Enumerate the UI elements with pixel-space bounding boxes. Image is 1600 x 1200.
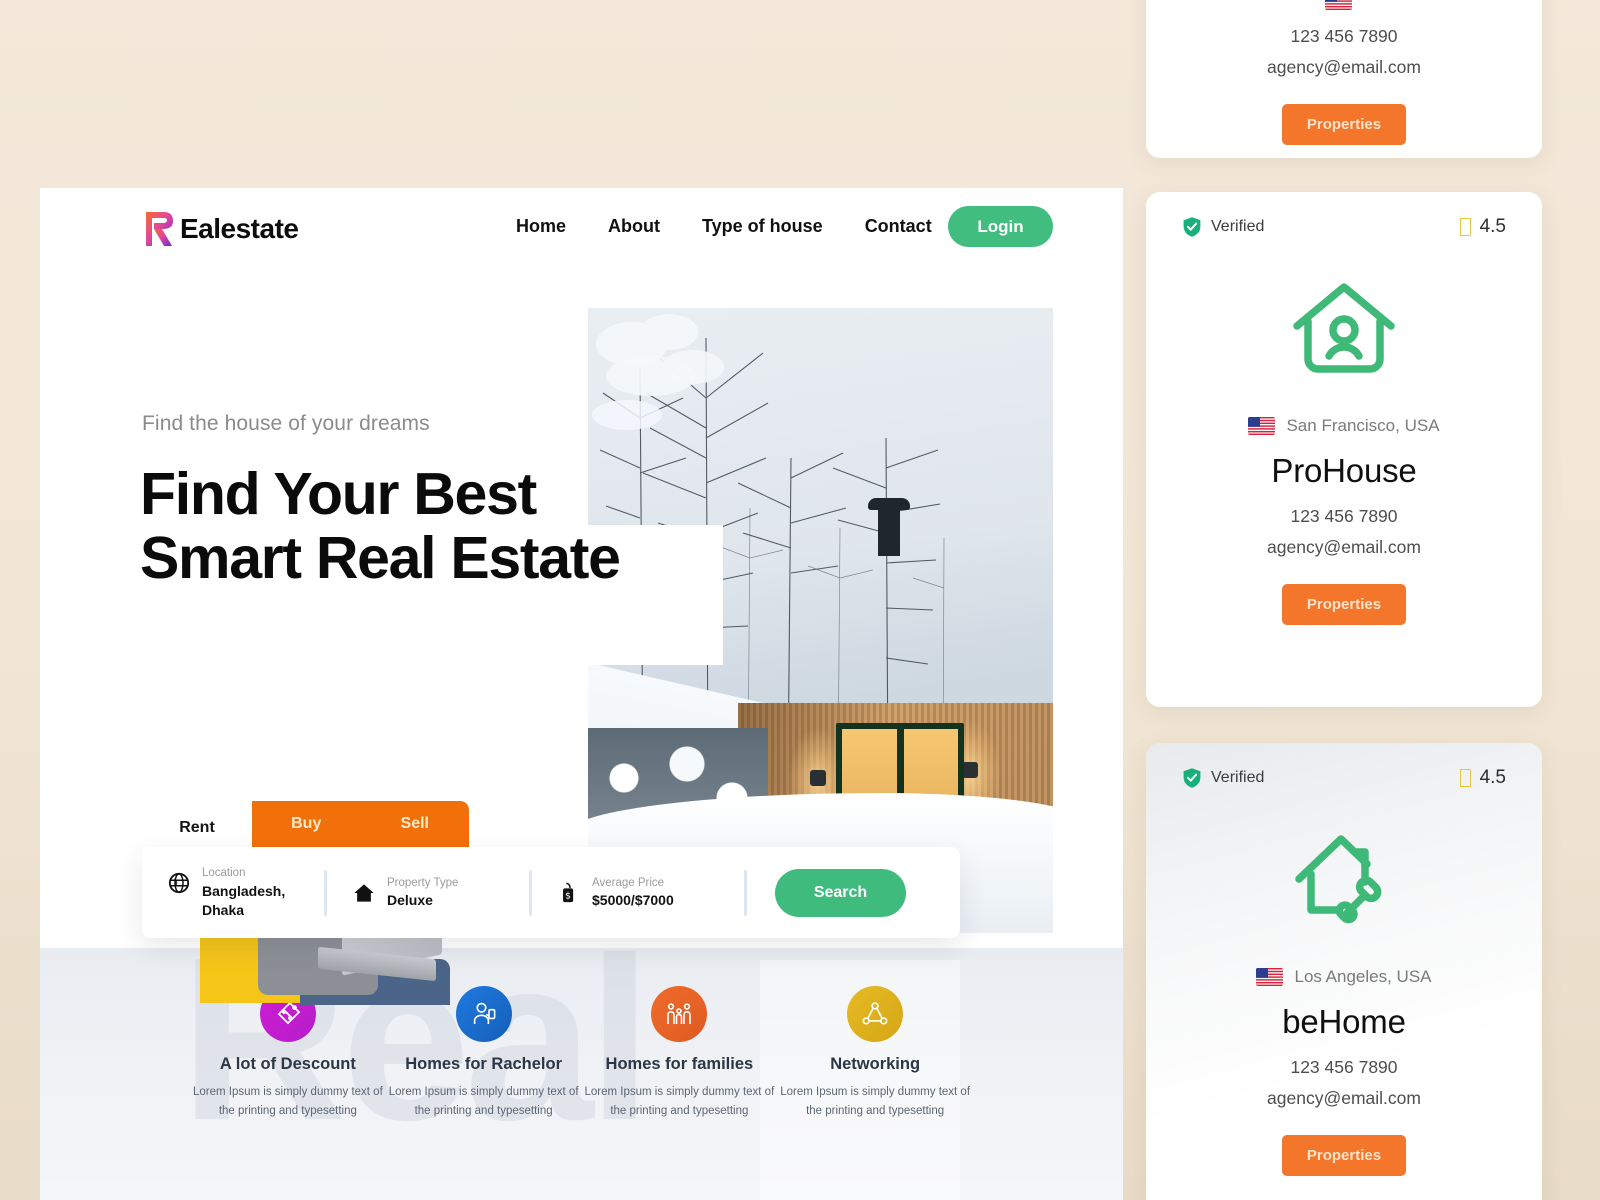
properties-button[interactable]: Properties (1282, 104, 1406, 145)
wall-lamp (810, 770, 826, 786)
hero-title-line-2: Smart Real Estate (140, 524, 621, 591)
tab-sell[interactable]: Sell (361, 801, 470, 847)
rating: 4.5 (1459, 216, 1506, 238)
chimney (878, 508, 900, 556)
agency-email: agency@email.com (1267, 537, 1421, 557)
bachelor-person-icon (455, 986, 512, 1042)
search-field-average-price-label: Average Price (592, 876, 665, 889)
brand-name: Ealestate (180, 213, 299, 244)
agency-email: agency@email.com (1267, 1088, 1421, 1108)
card-location: San Francisco, USA (1146, 416, 1542, 436)
agency-card-behome: Verified 4.5 Los Angeles, USA beHome 123… (1146, 743, 1542, 1200)
globe-icon (168, 873, 190, 894)
rating-value: 4.5 (1479, 216, 1506, 237)
hero-title-line-1: Find Your Best (140, 461, 537, 527)
nav-item-contact[interactable]: Contact (844, 216, 953, 237)
search-tabs: Buy Sell Rent (142, 801, 960, 847)
search-widget: Buy Sell Rent Location Bangladesh, Dhaka (142, 801, 960, 938)
page-root: Ealestate Home About Type of house Conta… (0, 0, 1600, 1200)
search-field-property-type[interactable]: Property Type Deluxe (349, 875, 529, 911)
rating: 4.5 (1459, 767, 1506, 789)
snow-clump (640, 314, 698, 350)
verified-badge: Verified (1182, 767, 1264, 789)
feature-title: Homes for families (605, 1055, 754, 1073)
card-location-text: Los Angeles, USA (1294, 967, 1432, 986)
snow-clump (592, 400, 662, 430)
tab-buy[interactable]: Buy (252, 801, 361, 847)
properties-button[interactable]: Properties (1282, 1135, 1406, 1176)
field-divider (529, 869, 532, 916)
agency-email: agency@email.com (1267, 57, 1421, 77)
house-key-icon (1295, 835, 1382, 924)
verified-badge: Verified (1182, 216, 1264, 238)
feature-title: A lot of Descount (219, 1055, 356, 1073)
nav-item-type-of-house[interactable]: Type of house (681, 216, 844, 237)
search-bar: Location Bangladesh, Dhaka Property Type… (142, 847, 960, 938)
r-logo-icon (146, 212, 173, 246)
feature-title: Homes for Rachelor (405, 1055, 563, 1073)
agency-phone: 123 456 7890 (1290, 1057, 1398, 1077)
feature-card-bachelor[interactable]: Homes for Rachelor Lorem Ipsum is simply… (386, 986, 582, 1200)
search-field-location[interactable]: Location Bangladesh, Dhaka (164, 865, 324, 919)
shield-check-icon (1183, 217, 1201, 237)
site-header: Ealestate Home About Type of house Conta… (40, 188, 1123, 298)
tab-rent[interactable]: Rent (142, 808, 252, 847)
field-divider (324, 869, 327, 916)
usa-flag-icon (1256, 968, 1284, 986)
search-button[interactable]: Search (775, 868, 906, 917)
usa-flag-icon (1248, 417, 1276, 435)
feature-title: Networking (830, 1055, 921, 1073)
family-group-icon (651, 986, 708, 1042)
star-icon (1459, 218, 1471, 236)
field-divider (744, 869, 747, 916)
search-field-location-value: Bangladesh, Dhaka (202, 882, 286, 918)
feature-card-discount[interactable]: A lot of Descount Lorem Ipsum is simply … (190, 986, 386, 1200)
house-icon (354, 884, 374, 902)
card-header: Verified 4.5 (1146, 743, 1542, 789)
feature-desc: Lorem Ipsum is simply dummy text of the … (780, 1086, 971, 1117)
search-field-average-price-value: $5000/$7000 (592, 892, 674, 909)
nav-item-home[interactable]: Home (495, 216, 587, 237)
search-field-property-type-label: Property Type (387, 876, 459, 889)
main-nav: Home About Type of house Contact (495, 216, 953, 237)
search-field-property-type-value: Deluxe (387, 892, 433, 909)
feature-desc: Lorem Ipsum is simply dummy text of the … (584, 1086, 775, 1117)
nav-item-about[interactable]: About (587, 216, 681, 237)
rating-value: 4.5 (1479, 767, 1506, 788)
shield-check-icon (1183, 768, 1201, 788)
page-title: Find Your Best Smart Real Estate (140, 461, 621, 591)
main-panel: Ealestate Home About Type of house Conta… (40, 188, 1123, 1200)
agency-card-partial: Verified 4.5 123 456 7890 (1146, 0, 1542, 158)
feature-card-networking[interactable]: Networking Lorem Ipsum is simply dummy t… (777, 986, 973, 1200)
search-field-location-label: Location (202, 867, 246, 880)
feature-desc: Lorem Ipsum is simply dummy text of the … (192, 1086, 383, 1117)
agency-name: beHome (1282, 1003, 1406, 1040)
card-location (1146, 0, 1542, 10)
agency-card-prohouse: Verified 4.5 San Francisco, USA ProHouse… (1146, 192, 1542, 707)
verified-label: Verified (1211, 218, 1265, 235)
snow-clump (662, 350, 724, 384)
search-tabs-buy-sell: Buy Sell (252, 801, 469, 847)
house-person-icon (1293, 283, 1395, 373)
agency-phone: 123 456 7890 (1290, 506, 1398, 526)
search-field-average-price[interactable]: $ Average Price $5000/$7000 (554, 875, 744, 911)
login-button[interactable]: Login (948, 206, 1053, 247)
agency-phone: 123 456 7890 (1290, 26, 1398, 46)
feature-card-families[interactable]: Homes for families Lorem Ipsum is simply… (582, 986, 778, 1200)
network-nodes-icon (847, 986, 904, 1042)
usa-flag-icon (1325, 0, 1352, 10)
properties-button[interactable]: Properties (1282, 584, 1406, 625)
feature-desc: Lorem Ipsum is simply dummy text of the … (388, 1086, 579, 1117)
verified-label: Verified (1211, 769, 1265, 786)
wall-lamp (962, 762, 978, 778)
hero-kicker: Find the house of your dreams (142, 412, 430, 435)
price-tag-icon: $ (563, 882, 574, 902)
star-icon (1459, 769, 1471, 787)
card-header: Verified 4.5 (1146, 192, 1542, 238)
svg-text:$: $ (565, 890, 571, 901)
card-location: Los Angeles, USA (1146, 967, 1542, 987)
brand-logo[interactable]: Ealestate (142, 210, 299, 248)
card-location-text: San Francisco, USA (1286, 416, 1440, 435)
agency-name: ProHouse (1271, 452, 1417, 489)
